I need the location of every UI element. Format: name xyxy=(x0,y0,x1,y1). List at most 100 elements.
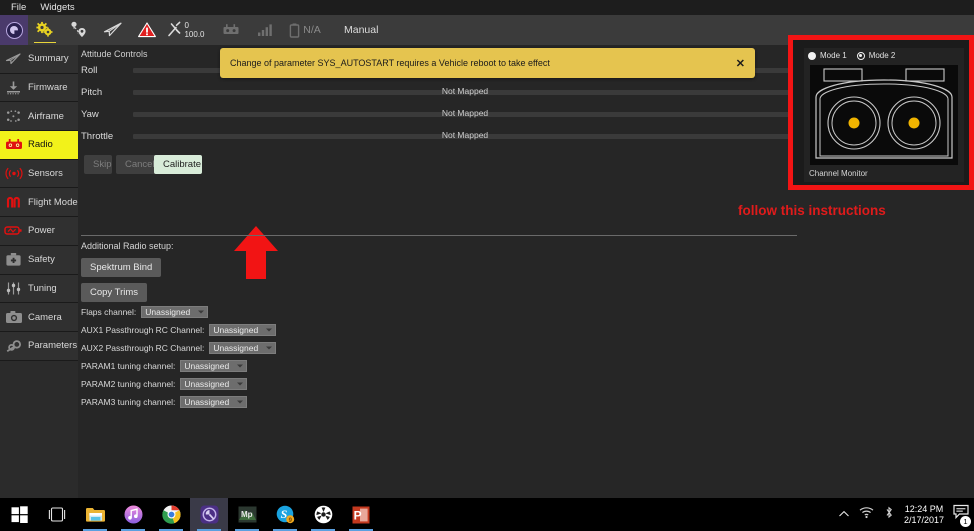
flaps-channel-select[interactable]: Unassigned xyxy=(141,306,208,318)
plan-waypoints-icon[interactable] xyxy=(62,15,96,45)
action-center-icon[interactable]: 1 xyxy=(953,504,970,525)
channel-monitor-caption: Channel Monitor xyxy=(804,165,964,178)
camera-icon xyxy=(4,308,23,327)
dropdown-value: Unassigned xyxy=(184,397,243,407)
channel-bar[interactable]: Not Mapped xyxy=(133,112,797,117)
flight-mode-selector[interactable]: Manual xyxy=(336,24,386,36)
channel-bar[interactable]: Not Mapped xyxy=(133,90,797,95)
sidebar-item-radio[interactable]: Radio xyxy=(0,131,78,160)
aux2-passthrough-select[interactable]: Unassigned xyxy=(209,342,276,354)
dropdown-label: PARAM1 tuning channel: xyxy=(81,361,175,371)
channel-row-throttle: Throttle Not Mapped xyxy=(81,128,797,144)
channel-label: Throttle xyxy=(81,131,133,142)
dropdown-label: AUX1 Passthrough RC Channel: xyxy=(81,325,204,335)
mode2-radio[interactable] xyxy=(857,52,865,60)
fly-paperplane-icon[interactable] xyxy=(96,15,130,45)
param2-tuning-select[interactable]: Unassigned xyxy=(180,378,247,390)
mission-planner-icon[interactable]: Mp xyxy=(228,498,266,531)
mode2-label: Mode 2 xyxy=(869,51,896,60)
sidebar-item-parameters[interactable]: Parameters xyxy=(0,332,78,361)
sidebar-item-camera[interactable]: Camera xyxy=(0,303,78,332)
rc-transmitter-icon[interactable] xyxy=(214,15,248,45)
sensor-waves-icon xyxy=(4,164,23,183)
warning-triangle-icon[interactable] xyxy=(130,15,164,45)
airframe-dots-icon xyxy=(4,107,23,126)
gps-hdop: 100.0 xyxy=(184,30,204,39)
skip-button[interactable]: Skip xyxy=(84,155,112,174)
copy-trims-button[interactable]: Copy Trims xyxy=(81,283,147,302)
cancel-button[interactable]: Cancel xyxy=(116,155,158,174)
sidebar-label: Summary xyxy=(28,53,69,64)
paper-plane-icon xyxy=(4,49,23,68)
channel-label: Roll xyxy=(81,65,133,76)
attitude-controls-title: Attitude Controls xyxy=(81,49,148,59)
safety-kit-icon xyxy=(4,250,23,269)
close-icon[interactable]: ✕ xyxy=(726,57,755,70)
aux1-passthrough-select[interactable]: Unassigned xyxy=(209,324,276,336)
calibrate-button[interactable]: Calibrate xyxy=(154,155,202,174)
svg-text:Mp: Mp xyxy=(241,510,253,519)
channel-bar[interactable]: Not Mapped xyxy=(133,134,797,139)
dropdown-row-param3: PARAM3 tuning channel: Unassigned xyxy=(81,395,247,408)
show-hidden-icons[interactable] xyxy=(838,506,850,524)
transmitter-graphic xyxy=(810,65,958,165)
svg-text:P: P xyxy=(354,508,362,522)
wifi-icon[interactable] xyxy=(859,506,874,524)
signal-bars-icon[interactable] xyxy=(248,15,282,45)
channel-status: Not Mapped xyxy=(133,86,797,96)
param1-tuning-select[interactable]: Unassigned xyxy=(180,360,247,372)
battery-power-icon xyxy=(4,221,23,240)
sidebar-item-firmware[interactable]: Firmware xyxy=(0,74,78,103)
notification-banner: Change of parameter SYS_AUTOSTART requir… xyxy=(220,48,755,78)
sidebar-label: Camera xyxy=(28,312,62,323)
google-chrome-icon[interactable] xyxy=(152,498,190,531)
qgroundcontrol-icon[interactable] xyxy=(190,498,228,531)
sidebar-item-sensors[interactable]: Sensors xyxy=(0,160,78,189)
chevron-down-icon xyxy=(237,364,243,367)
powerpoint-icon[interactable]: P xyxy=(342,498,380,531)
flight-modes-icon xyxy=(4,193,23,212)
mode-selector-row: Mode 1 Mode 2 xyxy=(804,48,964,63)
sidebar-item-flight-modes[interactable]: Flight Modes xyxy=(0,188,78,217)
dropdown-row-flaps: Flaps channel: Unassigned xyxy=(81,305,208,318)
skype-icon[interactable]: S 9 xyxy=(266,498,304,531)
dropdown-label: PARAM2 tuning channel: xyxy=(81,379,175,389)
sidebar-item-tuning[interactable]: Tuning xyxy=(0,275,78,304)
menu-bar: File Widgets xyxy=(0,0,974,15)
dropdown-value: Unassigned xyxy=(145,307,204,317)
task-view-icon[interactable] xyxy=(38,498,76,531)
channel-row-pitch: Pitch Not Mapped xyxy=(81,84,797,100)
itunes-icon[interactable] xyxy=(114,498,152,531)
sidebar-item-safety[interactable]: Safety xyxy=(0,246,78,275)
sidebar-item-summary[interactable]: Summary xyxy=(0,45,78,74)
sliders-icon xyxy=(4,279,23,298)
dropdown-value: Unassigned xyxy=(213,343,272,353)
chevron-down-icon xyxy=(266,328,272,331)
menu-item-file[interactable]: File xyxy=(4,0,33,15)
sidebar-item-power[interactable]: Power xyxy=(0,217,78,246)
sidebar-label: Sensors xyxy=(28,168,63,179)
channel-label: Pitch xyxy=(81,87,133,98)
start-button-icon[interactable] xyxy=(0,498,38,531)
betaflight-icon[interactable] xyxy=(304,498,342,531)
qgroundcontrol-logo-icon[interactable] xyxy=(0,15,28,45)
sidebar-label: Tuning xyxy=(28,283,57,294)
battery-icon[interactable]: N/A xyxy=(288,15,330,45)
gps-satellite-icon[interactable]: 0 100.0 xyxy=(164,15,208,45)
mode1-radio[interactable] xyxy=(808,52,816,60)
file-explorer-icon[interactable] xyxy=(76,498,114,531)
bluetooth-icon[interactable] xyxy=(883,506,895,524)
param3-tuning-select[interactable]: Unassigned xyxy=(180,396,247,408)
spektrum-bind-button[interactable]: Spektrum Bind xyxy=(81,258,161,277)
sidebar-label: Parameters xyxy=(28,340,77,351)
sidebar-item-airframe[interactable]: Airframe xyxy=(0,102,78,131)
setup-gears-icon[interactable] xyxy=(28,15,62,45)
dropdown-row-aux2: AUX2 Passthrough RC Channel: Unassigned xyxy=(81,341,276,354)
chevron-down-icon xyxy=(237,382,243,385)
chevron-down-icon xyxy=(237,400,243,403)
taskbar-clock[interactable]: 12:24 PM 2/17/2017 xyxy=(904,504,944,526)
menu-item-widgets[interactable]: Widgets xyxy=(33,0,81,15)
section-divider xyxy=(81,235,797,236)
additional-setup-title: Additional Radio setup: xyxy=(81,241,174,251)
dropdown-label: AUX2 Passthrough RC Channel: xyxy=(81,343,204,353)
